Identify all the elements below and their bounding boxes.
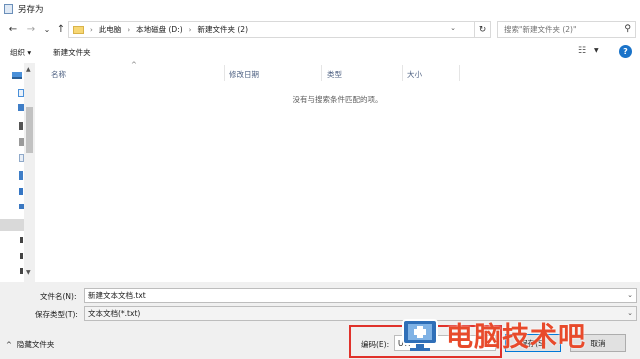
organize-button[interactable]: 组织 ▾ <box>10 47 31 58</box>
chevron-down-icon[interactable]: ⌄ <box>450 24 456 32</box>
filename-label: 文件名(N): <box>40 292 77 301</box>
breadcrumb-drive-d[interactable]: 本地磁盘 (D:) <box>136 24 183 35</box>
chevron-down-icon[interactable]: ⌄ <box>627 309 633 317</box>
save-type-value: 文本文档(*.txt) <box>88 309 141 318</box>
chevron-right-icon[interactable]: › <box>90 26 93 34</box>
music-icon[interactable] <box>19 188 23 195</box>
drive-icon[interactable] <box>20 237 23 243</box>
file-list[interactable]: ^ 名称 修改日期 类型 大小 没有与搜索条件匹配的项。 <box>35 61 640 282</box>
file-list-scrollbar[interactable] <box>626 63 640 282</box>
save-type-label: 保存类型(T): <box>35 310 78 319</box>
help-icon[interactable]: ? <box>619 45 632 58</box>
search-icon[interactable]: ⚲ <box>624 24 631 34</box>
breadcrumb-this-pc[interactable]: 此电脑 <box>99 24 122 35</box>
column-header-size[interactable]: 大小 <box>407 67 457 81</box>
column-divider[interactable] <box>321 65 322 81</box>
title-bar: 另存为 <box>0 0 640 17</box>
scroll-up-icon[interactable]: ▲ <box>26 66 31 73</box>
navigation-scrollbar[interactable]: ▲ ▼ <box>24 63 35 282</box>
drive-icon[interactable] <box>20 253 23 259</box>
selected-nav-item[interactable] <box>0 219 24 231</box>
filename-value: 新建文本文档.txt <box>88 291 146 300</box>
up-arrow-icon[interactable]: ↑ <box>54 22 68 36</box>
column-header-type[interactable]: 类型 <box>327 67 402 81</box>
column-header-date-modified[interactable]: 修改日期 <box>229 67 319 81</box>
encoding-highlight-box <box>349 325 502 358</box>
chevron-right-icon[interactable]: › <box>189 26 192 34</box>
this-pc-icon[interactable] <box>12 72 22 79</box>
chevron-down-icon[interactable]: ⌄ <box>627 291 633 299</box>
column-divider[interactable] <box>459 65 460 81</box>
refresh-icon[interactable]: ↻ <box>475 21 491 38</box>
breadcrumb-current-folder[interactable]: 新建文件夹 (2) <box>197 24 248 35</box>
recent-locations-icon[interactable]: ⌄ <box>40 22 54 36</box>
hide-folders-toggle[interactable]: ^ 隐藏文件夹 <box>6 339 54 350</box>
hide-folders-label: 隐藏文件夹 <box>16 340 55 349</box>
save-options-panel: 文件名(N): 新建文本文档.txt ⌄ 保存类型(T): 文本文档(*.txt… <box>0 282 640 359</box>
command-bar: 组织 ▾ 新建文件夹 ☷ ▼ ? <box>0 41 640 63</box>
view-options-icon[interactable]: ☷ <box>578 46 586 56</box>
empty-folder-message: 没有与搜索条件匹配的项。 <box>292 95 383 104</box>
new-folder-button[interactable]: 新建文件夹 <box>53 47 91 58</box>
navigation-pane <box>0 63 24 282</box>
back-arrow-icon[interactable]: ← <box>6 22 20 36</box>
scroll-down-icon[interactable]: ▼ <box>26 269 31 276</box>
window-title: 另存为 <box>18 4 44 15</box>
forward-arrow-icon[interactable]: → <box>24 22 38 36</box>
search-placeholder: 搜索"新建文件夹 (2)" <box>504 25 577 34</box>
chevron-right-icon[interactable]: › <box>127 26 130 34</box>
cancel-button[interactable]: 取消 <box>570 334 626 352</box>
save-button[interactable]: 保存(S) <box>505 334 561 352</box>
scrollbar-thumb[interactable] <box>26 107 33 153</box>
filename-input[interactable]: 新建文本文档.txt ⌄ <box>84 288 637 303</box>
folder-icon <box>73 25 84 34</box>
column-divider[interactable] <box>402 65 403 81</box>
search-input[interactable]: 搜索"新建文件夹 (2)" ⚲ <box>497 21 636 38</box>
address-row: ← → ⌄ ↑ › 此电脑 › 本地磁盘 (D:) › 新建文件夹 (2) ⌄ … <box>0 17 640 41</box>
column-divider[interactable] <box>224 65 225 81</box>
column-header-name[interactable]: 名称 <box>51 67 221 81</box>
download-icon[interactable] <box>19 171 23 180</box>
notepad-icon <box>4 3 13 14</box>
chevron-up-icon: ^ <box>6 340 12 349</box>
drive-icon[interactable] <box>20 268 23 274</box>
chevron-down-icon[interactable]: ▼ <box>594 47 599 54</box>
save-type-select[interactable]: 文本文档(*.txt) ⌄ <box>84 306 637 321</box>
drive-icon[interactable] <box>19 122 23 130</box>
address-bar[interactable]: › 此电脑 › 本地磁盘 (D:) › 新建文件夹 (2) ⌄ <box>68 21 475 38</box>
